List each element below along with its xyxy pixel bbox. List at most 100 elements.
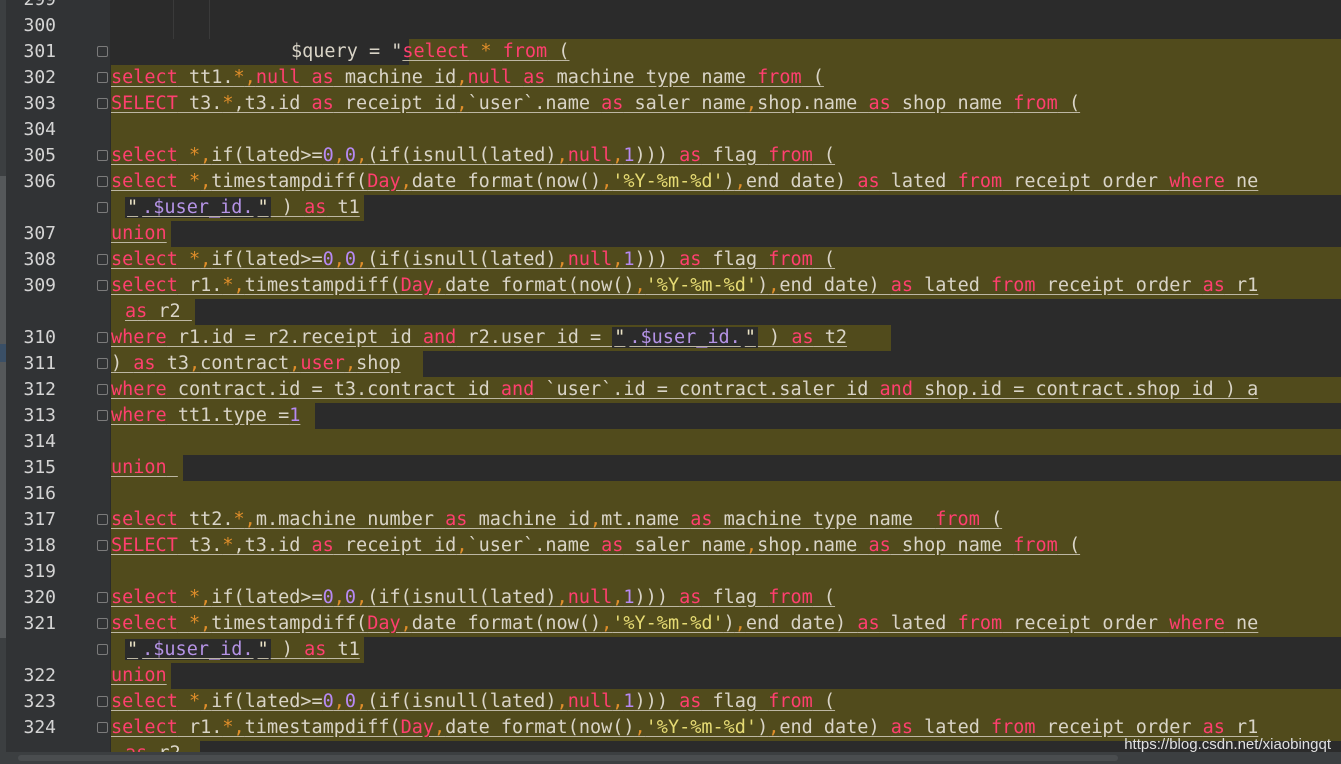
line-number[interactable]: 303 (6, 91, 56, 117)
code-token: 0 (322, 587, 334, 608)
code-line[interactable]: 322 union (0, 663, 1341, 689)
fold-icon[interactable] (97, 72, 108, 83)
horizontal-scrollbar[interactable] (0, 752, 1341, 764)
code-line[interactable]: 302 select tt1.*,null as machine id,null … (0, 65, 1341, 91)
code-line[interactable]: 320 select *,if(lated>=0,0,(if(isnull(lat… (0, 585, 1341, 611)
indent-guide (173, 0, 174, 39)
code-line[interactable]: 299 (0, 0, 1341, 13)
code-line[interactable]: 318 SELECT t3.*,t3.id as receipt id,`user… (0, 533, 1341, 559)
code-line[interactable]: 323 select *,if(lated>=0,0,(if(isnull(lat… (0, 689, 1341, 715)
line-number[interactable]: 313 (6, 403, 56, 429)
line-number[interactable]: 323 (6, 689, 56, 715)
fold-icon[interactable] (97, 384, 108, 395)
line-number[interactable]: 307 (6, 221, 56, 247)
line-number[interactable]: 321 (6, 611, 56, 637)
line-number[interactable]: 301 (6, 39, 56, 65)
code-line[interactable]: 316 (0, 481, 1341, 507)
code-token: `user`.name (467, 535, 602, 556)
code-line[interactable]: 308 select *,if(lated>=0,0,(if(isnull(lat… (0, 247, 1341, 273)
fold-icon[interactable] (97, 176, 108, 187)
code-line[interactable]: 307 union (0, 221, 1341, 247)
code-line[interactable]: as r2 (0, 299, 1341, 325)
line-number[interactable]: 322 (6, 663, 56, 689)
code-line[interactable]: 313 where tt1.type =1 (0, 403, 1341, 429)
horizontal-scrollbar-thumb[interactable] (18, 755, 1118, 761)
code-token: lated (879, 613, 958, 634)
fold-icon[interactable] (97, 332, 108, 343)
line-number[interactable]: 319 (6, 559, 56, 585)
fold-icon[interactable] (97, 722, 108, 733)
fold-icon[interactable] (97, 644, 108, 655)
code-line[interactable]: 311) as t3,contract,user,shop (0, 351, 1341, 377)
code-line[interactable]: 300 (0, 13, 1341, 39)
code-line[interactable]: 305 select *,if(lated>=0,0,(if(isnull(lat… (0, 143, 1341, 169)
code-line[interactable]: 310 where r1.id = r2.receipt id and r2.us… (0, 325, 1341, 351)
line-number[interactable]: 315 (6, 455, 56, 481)
line-number[interactable]: 316 (6, 481, 56, 507)
code-line[interactable]: 312 where contract.id = t3.contract id an… (0, 377, 1341, 403)
code-token: and (500, 379, 535, 400)
fold-icon[interactable] (97, 98, 108, 109)
code-token: , (289, 353, 301, 374)
fold-icon[interactable] (97, 150, 108, 161)
code-token: , (601, 171, 613, 192)
fold-icon[interactable] (97, 280, 108, 291)
line-number[interactable]: 317 (6, 507, 56, 533)
code-line[interactable]: 304 (0, 117, 1341, 143)
code-line[interactable]: 321 select *,timestampdiff(Day,date forma… (0, 611, 1341, 637)
fold-icon[interactable] (97, 696, 108, 707)
line-number[interactable]: 309 (6, 273, 56, 299)
code-line[interactable]: 319 (0, 559, 1341, 585)
code-token: where (111, 327, 167, 348)
code-line[interactable]: 306 select *,timestampdiff(Day,date forma… (0, 169, 1341, 195)
line-number[interactable]: 306 (6, 169, 56, 195)
fold-icon[interactable] (97, 592, 108, 603)
code-line[interactable]: 317 select tt2.*,m.machine number as mach… (0, 507, 1341, 533)
line-number[interactable]: 311 (6, 351, 56, 377)
code-token: * (188, 171, 201, 192)
code-editor[interactable]: 299300301$query = "select * from (302sel… (0, 0, 1341, 752)
line-number[interactable]: 312 (6, 377, 56, 403)
line-number[interactable]: 324 (6, 715, 56, 741)
code-token: date format(now() (411, 613, 602, 634)
code-line[interactable]: " .$user_id. " ) as t1 (0, 637, 1341, 663)
code-line[interactable]: 315 union (0, 455, 1341, 481)
code-token: ( (801, 67, 824, 88)
line-number[interactable]: 304 (6, 117, 56, 143)
code-line[interactable]: 314 (0, 429, 1341, 455)
code-line[interactable]: 303 SELECT t3.*,t3.id as receipt id,`user… (0, 91, 1341, 117)
line-number[interactable]: 300 (6, 13, 56, 39)
fold-icon[interactable] (97, 254, 108, 265)
code-token: , (356, 691, 368, 712)
code-token: , (456, 67, 468, 88)
fold-icon[interactable] (97, 540, 108, 551)
fold-icon[interactable] (97, 410, 108, 421)
line-number[interactable]: 308 (6, 247, 56, 273)
fold-icon[interactable] (97, 202, 108, 213)
line-number[interactable]: 305 (6, 143, 56, 169)
code-token: as (857, 171, 880, 192)
code-token: as (523, 67, 546, 88)
line-number[interactable]: 310 (6, 325, 56, 351)
code-token: , (200, 691, 212, 712)
code-line[interactable]: 301 $query = "select * from ( (0, 39, 1341, 65)
fold-icon[interactable] (97, 358, 108, 369)
code-token: , (556, 145, 568, 166)
line-number[interactable]: 318 (6, 533, 56, 559)
fold-icon[interactable] (97, 46, 108, 57)
code-token: saler name (623, 535, 746, 556)
code-token: ,t3.id (233, 93, 312, 114)
fold-icon[interactable] (97, 618, 108, 629)
code-line[interactable]: " .$user_id. " ) as t1 (0, 195, 1341, 221)
code-token: as (601, 93, 624, 114)
code-token: from (757, 67, 802, 88)
fold-icon[interactable] (97, 514, 108, 525)
line-number[interactable]: 320 (6, 585, 56, 611)
line-number[interactable]: 299 (6, 0, 56, 13)
line-number[interactable]: 302 (6, 65, 56, 91)
code-token: 0 (344, 691, 357, 712)
line-number[interactable]: 314 (6, 429, 56, 455)
code-line[interactable]: 309 select r1.*,timestampdiff(Day,date fo… (0, 273, 1341, 299)
